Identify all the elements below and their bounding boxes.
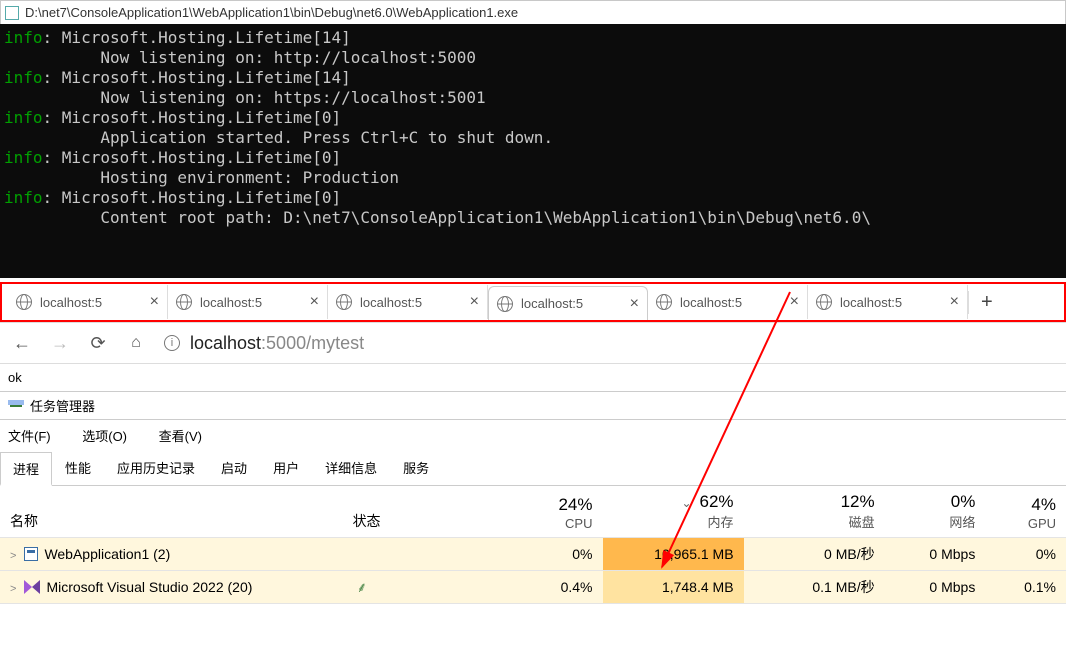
vs-icon <box>24 580 40 594</box>
taskmgr-tab[interactable]: 进程 <box>0 452 52 486</box>
console-title-path: D:\net7\ConsoleApplication1\WebApplicati… <box>25 1 518 25</box>
console-window-icon <box>5 6 19 20</box>
app-icon <box>24 547 38 561</box>
console-output: info: Microsoft.Hosting.Lifetime[14] Now… <box>0 24 1066 278</box>
taskmgr-icon <box>8 400 24 412</box>
console-titlebar: D:\net7\ConsoleApplication1\WebApplicati… <box>0 0 1066 24</box>
annotation-arrow <box>0 272 1066 592</box>
